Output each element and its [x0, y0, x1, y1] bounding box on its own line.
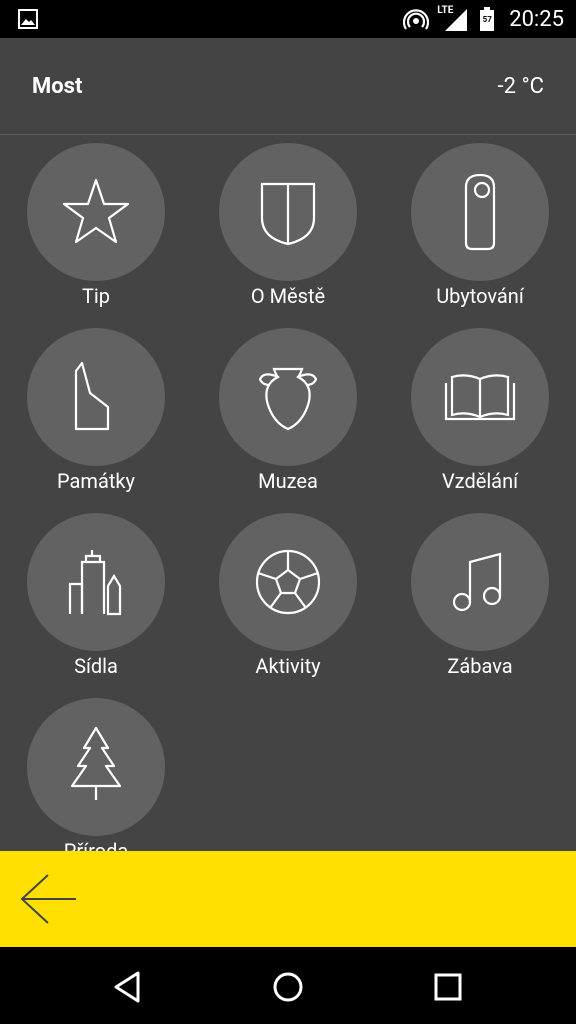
- door-hanger-icon: [464, 173, 496, 251]
- category-label: Aktivity: [255, 654, 321, 678]
- category-vzdelani[interactable]: Vzdělání: [384, 320, 576, 505]
- category-circle: [27, 513, 165, 651]
- nav-back-icon[interactable]: [108, 967, 148, 1007]
- nav-recents-icon[interactable]: [428, 967, 468, 1007]
- category-label: Muzea: [258, 469, 318, 493]
- category-zabava[interactable]: Zábava: [384, 505, 576, 690]
- category-circle: [411, 328, 549, 466]
- category-circle: [219, 328, 357, 466]
- amphora-icon: [258, 367, 318, 431]
- star-icon: [62, 178, 130, 244]
- category-label: Zábava: [447, 654, 513, 678]
- category-ubytovani[interactable]: Ubytování: [384, 135, 576, 320]
- status-bar: LTE 57 20:25: [0, 0, 576, 38]
- category-circle: [219, 513, 357, 651]
- city-name: Most: [32, 74, 83, 99]
- category-o-meste[interactable]: O Městě: [192, 135, 384, 320]
- category-muzea[interactable]: Muzea: [192, 320, 384, 505]
- battery-level: 57: [482, 15, 492, 24]
- category-grid: Tip O Městě Ubytování Památky Muzea Vzdě…: [0, 135, 576, 851]
- nav-home-icon[interactable]: [268, 967, 308, 1007]
- bottom-bar: [0, 851, 576, 947]
- monument-icon: [74, 361, 110, 431]
- category-priroda[interactable]: Příroda: [0, 690, 192, 851]
- category-circle: [411, 143, 549, 281]
- category-tip[interactable]: Tip: [0, 135, 192, 320]
- back-arrow-icon[interactable]: [16, 869, 80, 929]
- category-circle: [27, 143, 165, 281]
- category-label: Ubytování: [436, 284, 524, 308]
- category-pamatky[interactable]: Památky: [0, 320, 192, 505]
- category-label: Tip: [81, 284, 111, 308]
- book-icon: [444, 374, 516, 421]
- category-label: O Městě: [250, 284, 326, 308]
- clock: 20:25: [509, 6, 564, 32]
- category-label: Památky: [57, 469, 135, 493]
- category-sidla[interactable]: Sídla: [0, 505, 192, 690]
- category-circle: [411, 513, 549, 651]
- shield-icon: [260, 182, 316, 246]
- image-notification-icon: [18, 9, 38, 29]
- music-note-icon: [452, 552, 502, 612]
- category-circle: [219, 143, 357, 281]
- football-icon: [255, 549, 321, 615]
- category-label: Vzdělání: [441, 469, 519, 493]
- battery-icon: 57: [479, 6, 495, 32]
- buildings-icon: [68, 550, 122, 616]
- category-label: Sídla: [74, 654, 118, 678]
- temperature: -2 °C: [497, 74, 544, 99]
- category-aktivity[interactable]: Aktivity: [192, 505, 384, 690]
- category-circle: [27, 698, 165, 836]
- hotspot-icon: [403, 9, 430, 30]
- category-circle: [27, 328, 165, 466]
- app-header: Most -2 °C: [0, 38, 576, 135]
- tree-icon: [70, 726, 122, 800]
- system-nav-bar: [0, 947, 576, 1024]
- signal-icon: LTE: [437, 5, 471, 33]
- category-label: Příroda: [63, 839, 129, 851]
